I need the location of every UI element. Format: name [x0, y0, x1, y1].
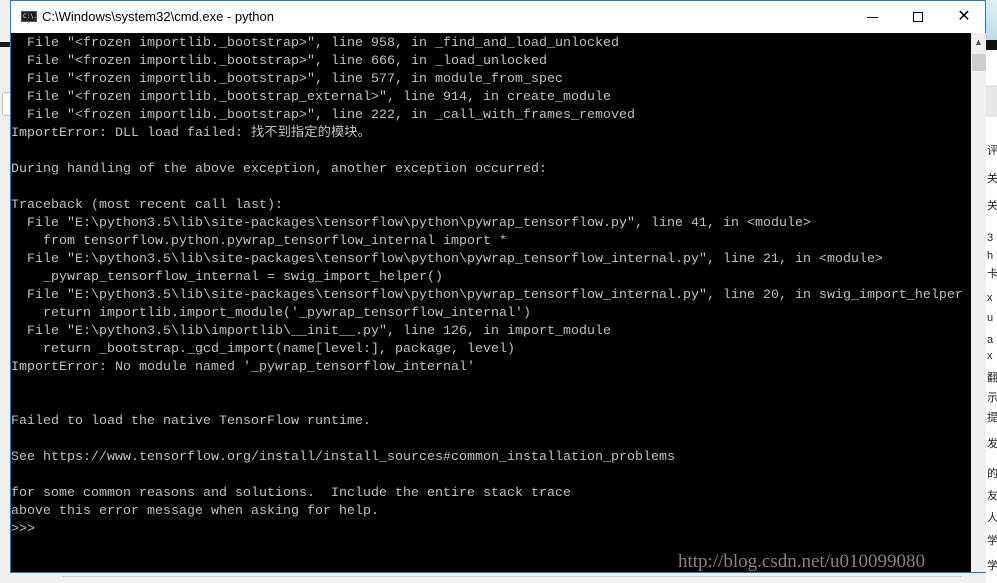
console-output[interactable]: File "<frozen importlib._bootstrap>", li…	[11, 33, 971, 572]
console-line: File "<frozen importlib._bootstrap>", li…	[11, 107, 635, 122]
background-text-fragment: 学	[987, 535, 997, 547]
background-text-fragment: 关	[987, 173, 997, 185]
console-line: File "E:\python3.5\lib\site-packages\ten…	[11, 287, 963, 302]
console-line: return importlib.import_module('_pywrap_…	[11, 305, 531, 320]
background-bar	[986, 40, 997, 50]
cmd-window: C:\. C:\Windows\system32\cmd.exe - pytho…	[10, 0, 986, 573]
cmd-icon-text: C:\.	[23, 13, 38, 20]
background-header	[986, 0, 997, 40]
console-line: Traceback (most recent call last):	[11, 197, 283, 212]
console-line: _pywrap_tensorflow_internal = swig_impor…	[11, 269, 443, 284]
console-line: File "<frozen importlib._bootstrap_exter…	[11, 89, 611, 104]
background-text-fragment: 人	[987, 512, 997, 524]
background-text-fragment: 评	[987, 145, 997, 157]
background-text-fragment: 卡	[987, 268, 997, 280]
window-title: C:\Windows\system32\cmd.exe - python	[42, 9, 274, 24]
title-bar[interactable]: C:\. C:\Windows\system32\cmd.exe - pytho…	[11, 1, 985, 33]
console-line: from tensorflow.python.pywrap_tensorflow…	[11, 233, 507, 248]
console-line: See https://www.tensorflow.org/install/i…	[11, 449, 675, 464]
console-line: File "<frozen importlib._bootstrap>", li…	[11, 53, 547, 68]
console-line: During handling of the above exception, …	[11, 161, 547, 176]
console-line: File "E:\python3.5\lib\site-packages\ten…	[11, 215, 811, 230]
background-text-fragment: 友	[987, 490, 997, 502]
console-line: return _bootstrap._gcd_import(name[level…	[11, 341, 515, 356]
background-text-fragment: 关	[987, 200, 997, 212]
background-page-right: 评关关3h卡xuax翻示提发的友人学学	[986, 0, 997, 583]
background-text-fragment: h	[987, 250, 994, 262]
background-text-fragment: 3	[987, 232, 994, 244]
console-line: ImportError: No module named '_pywrap_te…	[11, 359, 475, 374]
background-block	[986, 85, 997, 117]
close-icon: ✕	[957, 8, 971, 25]
console-line: Failed to load the native TensorFlow run…	[11, 413, 371, 428]
background-text-fragment: u	[987, 312, 994, 324]
console-line: File "<frozen importlib._bootstrap>", li…	[11, 71, 563, 86]
console-line: File "E:\python3.5\lib\importlib\__init_…	[11, 323, 611, 338]
scroll-up-button[interactable]: ▲	[971, 33, 986, 50]
close-button[interactable]: ✕	[941, 1, 987, 33]
vertical-scrollbar[interactable]: ▲	[971, 33, 986, 572]
maximize-button[interactable]	[895, 1, 941, 33]
background-text-fragment: 示	[987, 392, 997, 404]
background-divider	[62, 576, 962, 577]
background-text-fragment: 的	[987, 468, 997, 480]
background-page-bottom	[0, 572, 997, 583]
background-page-left	[0, 0, 11, 583]
background-text-fragment: x	[987, 292, 993, 304]
background-text-fragment: a	[987, 334, 994, 346]
console-line: ImportError: DLL load failed: 找不到指定的模块。	[11, 125, 371, 140]
background-text-fragment: x	[987, 350, 993, 362]
console-line: File "E:\python3.5\lib\site-packages\ten…	[11, 251, 883, 266]
console-line: >>>	[11, 521, 35, 536]
console-line: File "<frozen importlib._bootstrap>", li…	[11, 35, 619, 50]
background-text-fragment: 学	[987, 560, 997, 572]
background-text-fragment: 发	[987, 438, 997, 450]
console-line: above this error message when asking for…	[11, 503, 379, 518]
console-line: for some common reasons and solutions. I…	[11, 485, 571, 500]
watermark: http://blog.csdn.net/u010099080	[678, 551, 925, 572]
maximize-icon	[913, 12, 923, 22]
minimize-button[interactable]	[849, 1, 895, 33]
cmd-icon: C:\.	[21, 11, 37, 22]
background-text-fragment: 翻	[987, 372, 997, 384]
chevron-up-icon: ▲	[974, 36, 983, 47]
background-bar	[0, 42, 10, 47]
scroll-thumb[interactable]	[972, 54, 986, 71]
minimize-icon	[866, 16, 878, 18]
background-text-fragment: 提	[987, 412, 997, 424]
